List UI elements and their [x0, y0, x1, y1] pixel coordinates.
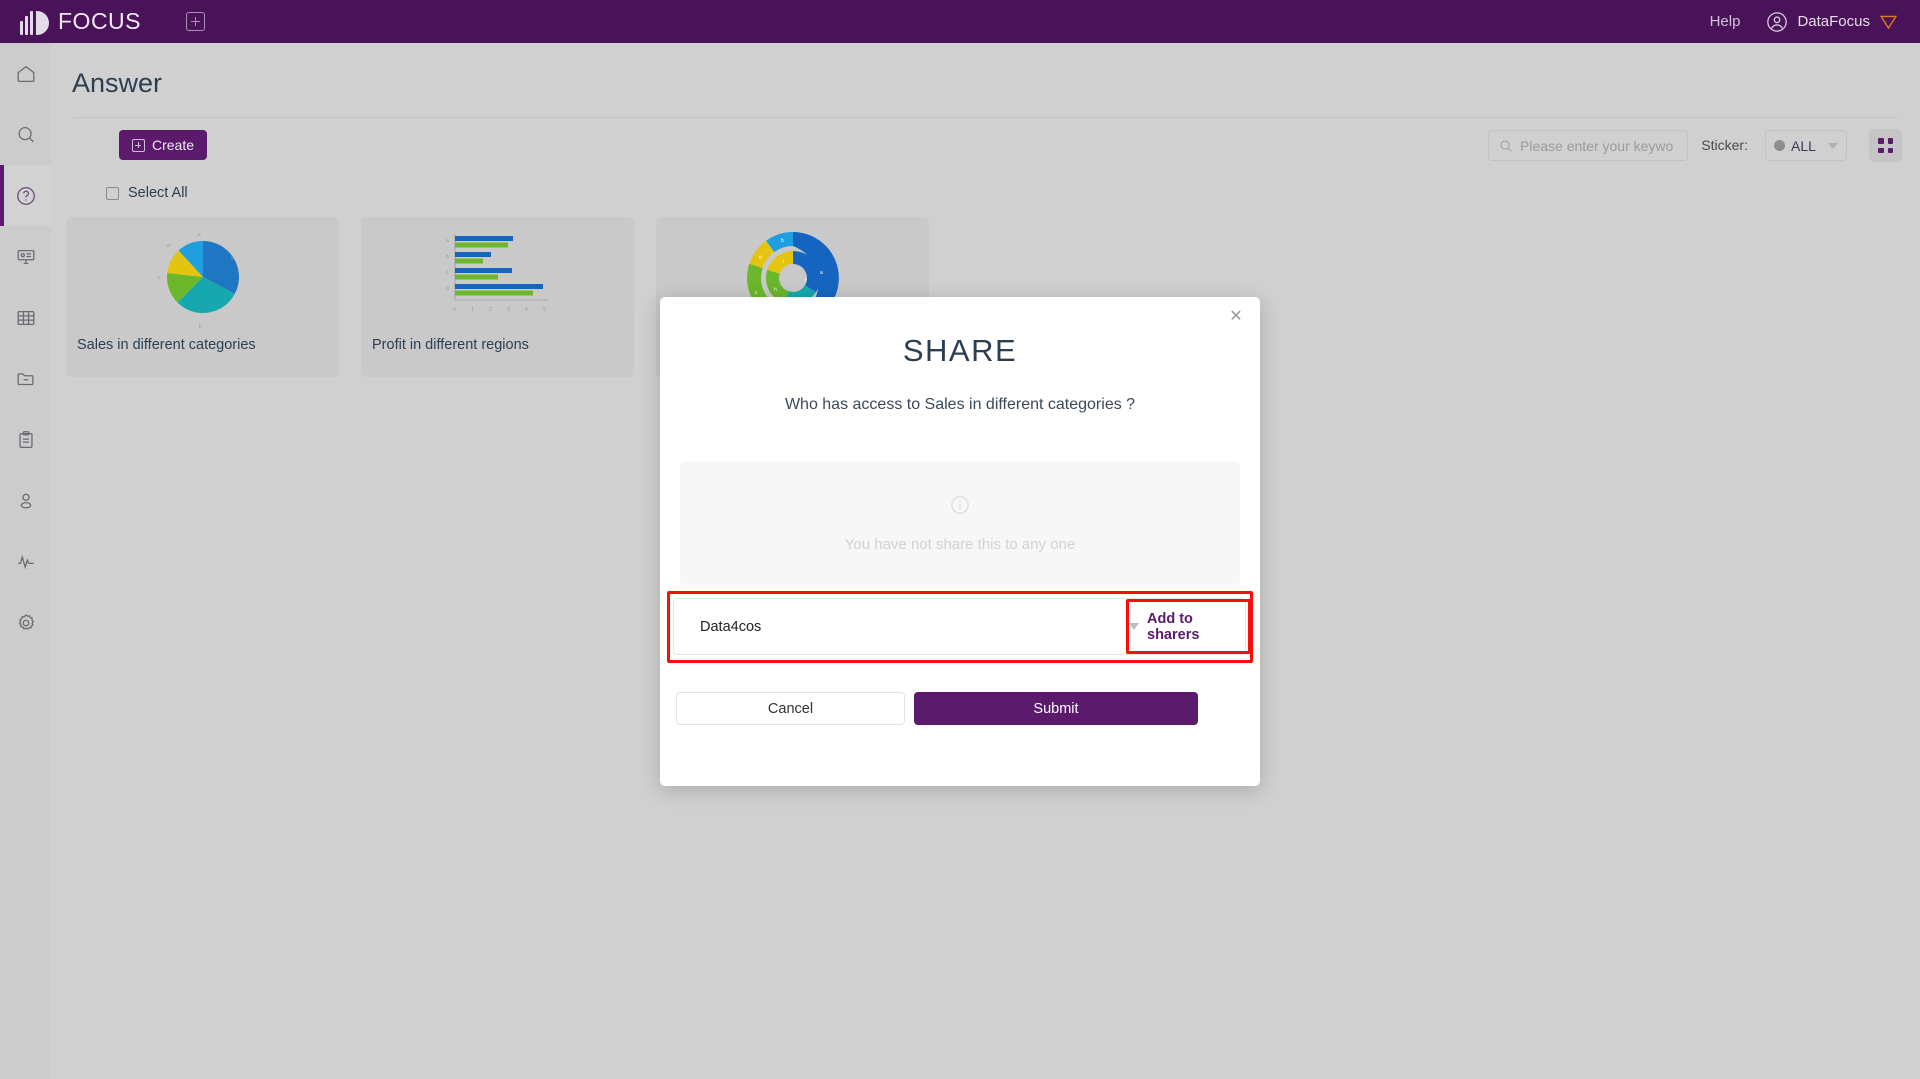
add-to-sharers-button[interactable]: Add to sharers: [1126, 599, 1251, 654]
empty-state: You have not share this to any one: [680, 461, 1240, 585]
modal-title: SHARE: [902, 333, 1018, 368]
close-icon[interactable]: ✕: [1226, 307, 1246, 327]
modal-subtitle: Who has access to Sales in different cat…: [784, 396, 1136, 413]
modal-actions: Cancel Submit: [676, 692, 1244, 725]
empty-state-text: You have not share this to any one: [844, 535, 1076, 553]
cancel-button[interactable]: Cancel: [676, 692, 905, 725]
info-circle-icon: [951, 495, 969, 514]
sharer-name: Data4cos: [700, 618, 762, 635]
submit-button[interactable]: Submit: [914, 692, 1198, 725]
modal-overlay: ✕ SHARE Who has access to Sales in diffe…: [0, 0, 1920, 1079]
app-root: FOCUS Help DataFocus Answer Create Pleas…: [0, 0, 1920, 1079]
chevron-down-icon: [1129, 623, 1139, 630]
share-modal: ✕ SHARE Who has access to Sales in diffe…: [660, 297, 1260, 786]
add-to-sharers-label: Add to sharers: [1147, 610, 1200, 643]
